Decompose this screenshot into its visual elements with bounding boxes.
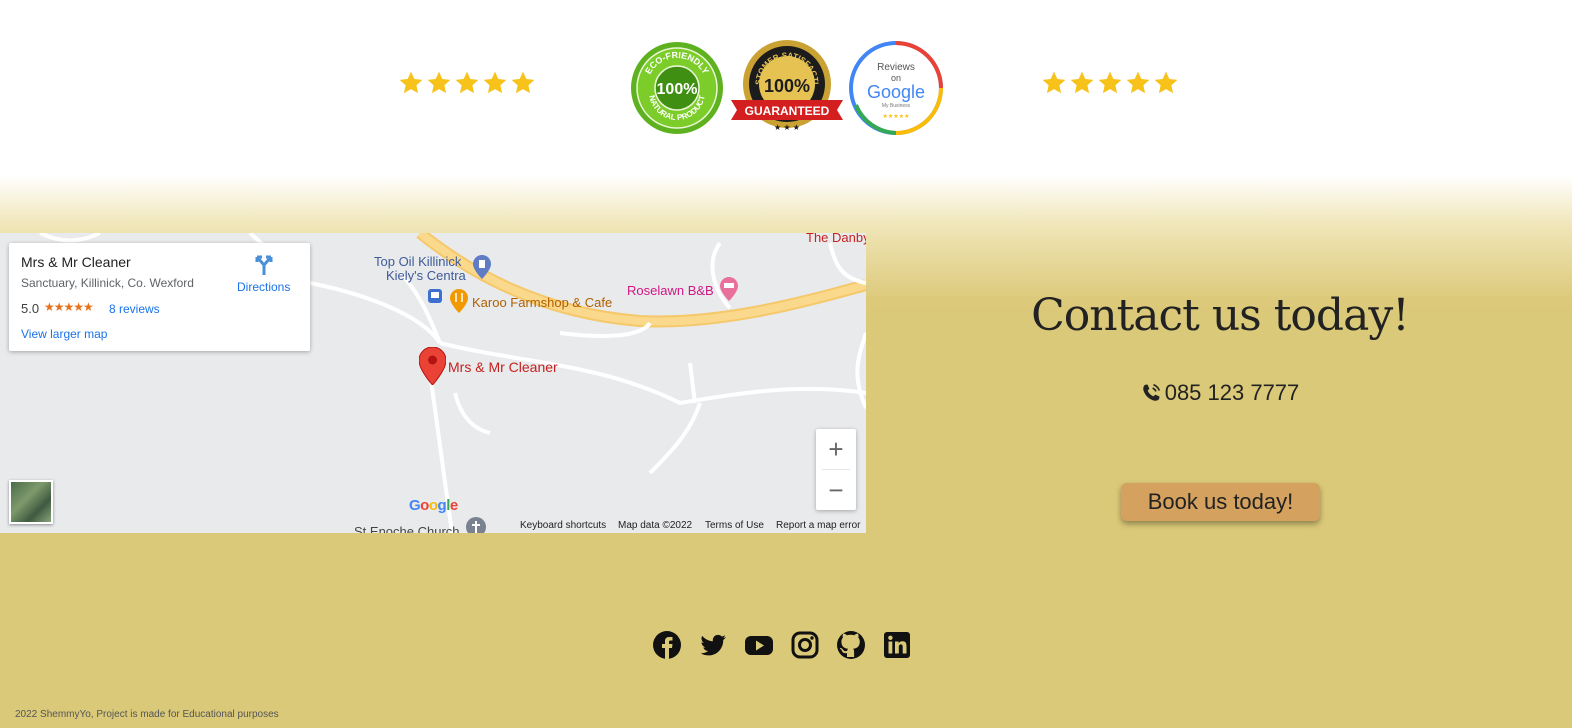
place-info-card: Mrs & Mr Cleaner Sanctuary, Killinick, C… [9, 243, 310, 351]
star-icon [1126, 71, 1150, 94]
lodging-icon [720, 277, 738, 301]
satellite-toggle-button[interactable] [9, 480, 53, 524]
footer-copyright: 2022 ShemmyYo, Project is made for Educa… [15, 709, 279, 720]
linkedin-icon[interactable] [882, 630, 912, 660]
keyboard-shortcuts-link[interactable]: Keyboard shortcuts [520, 520, 606, 531]
map-label-danby: The Danby [806, 233, 866, 245]
rating-stars-left [398, 70, 536, 96]
map-label-centra: Kiely's Centra [386, 268, 466, 283]
star-icon [511, 71, 535, 94]
embedded-map[interactable]: Mrs & Mr Cleaner Sanctuary, Killinick, C… [0, 233, 866, 533]
satisfaction-guaranteed-badge: CUSTOMER SATISFACTION 100% GUARANTEED ★ … [727, 38, 843, 132]
star-icon [427, 71, 451, 94]
place-rating-stars: ★★★★★ [44, 300, 94, 314]
rating-stars-right [1041, 70, 1179, 96]
zoom-in-button[interactable]: + [816, 429, 856, 469]
svg-text:Reviews: Reviews [877, 62, 915, 73]
google-reviews-badge: Reviews on Google My Business ★★★★★ [849, 41, 943, 135]
star-icon [1098, 71, 1122, 94]
social-links [652, 630, 912, 660]
svg-text:★ ★ ★: ★ ★ ★ [774, 123, 800, 132]
star-icon [483, 71, 507, 94]
report-map-error-link[interactable]: Report a map error [776, 520, 860, 531]
star-icon [1070, 71, 1094, 94]
map-label-marker: Mrs & Mr Cleaner [448, 359, 558, 375]
map-label-church: St Enoche Church [354, 524, 460, 533]
contact-title: Contact us today! [1031, 290, 1410, 341]
map-label-top-oil: Top Oil Killinick [374, 254, 462, 269]
view-larger-map-link[interactable]: View larger map [21, 327, 107, 341]
directions-link[interactable]: Directions [237, 280, 290, 294]
location-marker-icon[interactable] [419, 347, 446, 385]
google-logo: Google [409, 497, 458, 514]
svg-text:★★★★★: ★★★★★ [883, 113, 910, 120]
phone-volume-icon [1142, 383, 1160, 401]
star-icon [1042, 71, 1066, 94]
church-icon [466, 517, 486, 533]
svg-text:GUARANTEED: GUARANTEED [745, 104, 830, 118]
eco-friendly-badge: ECO-FRIENDLY NATURAL PRODUCT 100% [631, 42, 723, 134]
svg-text:100%: 100% [764, 76, 810, 96]
phone-number[interactable]: 085 123 7777 [1100, 380, 1340, 406]
bus-stop-icon [428, 289, 442, 303]
svg-text:100%: 100% [657, 81, 698, 98]
facebook-icon[interactable] [652, 630, 682, 660]
fuel-station-icon [473, 255, 491, 279]
instagram-icon[interactable] [790, 630, 820, 660]
github-icon[interactable] [836, 630, 866, 660]
zoom-control: + − [816, 429, 856, 510]
twitter-icon[interactable] [698, 630, 728, 660]
svg-text:My Business: My Business [882, 103, 911, 109]
map-data-label: Map data ©2022 [618, 520, 693, 531]
restaurant-icon [450, 289, 468, 313]
place-address: Sanctuary, Killinick, Co. Wexford [21, 276, 194, 290]
svg-text:Google: Google [867, 82, 925, 102]
map-label-karoo: Karoo Farmshop & Cafe [472, 295, 613, 310]
book-us-button[interactable]: Book us today! [1121, 483, 1320, 521]
phone-number-text: 085 123 7777 [1164, 380, 1300, 405]
terms-of-use-link[interactable]: Terms of Use [705, 520, 764, 531]
reviews-link[interactable]: 8 reviews [109, 302, 160, 316]
youtube-icon[interactable] [744, 630, 774, 660]
directions-icon[interactable] [253, 255, 275, 277]
star-icon [1154, 71, 1178, 94]
map-label-roselawn: Roselawn B&B [627, 283, 714, 298]
place-name: Mrs & Mr Cleaner [21, 254, 131, 270]
zoom-out-button[interactable]: − [816, 470, 856, 510]
star-icon [399, 71, 423, 94]
star-icon [455, 71, 479, 94]
place-rating: 5.0 [21, 301, 40, 316]
